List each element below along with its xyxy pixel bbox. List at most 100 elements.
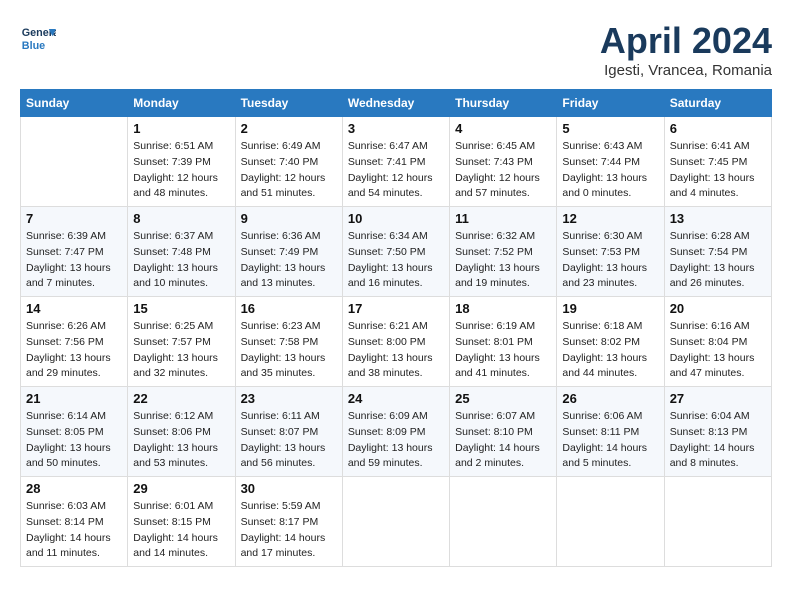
day-info: Sunrise: 6:32 AM Sunset: 7:52 PM Dayligh… bbox=[455, 229, 551, 292]
calendar-cell bbox=[450, 477, 557, 567]
day-number: 6 bbox=[670, 121, 766, 136]
calendar-cell: 4Sunrise: 6:45 AM Sunset: 7:43 PM Daylig… bbox=[450, 117, 557, 207]
day-info: Sunrise: 6:45 AM Sunset: 7:43 PM Dayligh… bbox=[455, 139, 551, 202]
calendar-cell: 25Sunrise: 6:07 AM Sunset: 8:10 PM Dayli… bbox=[450, 387, 557, 477]
month-title: April 2024 bbox=[600, 20, 772, 62]
day-info: Sunrise: 6:30 AM Sunset: 7:53 PM Dayligh… bbox=[562, 229, 658, 292]
calendar-cell: 10Sunrise: 6:34 AM Sunset: 7:50 PM Dayli… bbox=[342, 207, 449, 297]
day-info: Sunrise: 6:23 AM Sunset: 7:58 PM Dayligh… bbox=[241, 319, 337, 382]
calendar-cell: 16Sunrise: 6:23 AM Sunset: 7:58 PM Dayli… bbox=[235, 297, 342, 387]
day-of-week-header: Wednesday bbox=[342, 90, 449, 117]
calendar-cell: 14 Sunrise: 6:26 AM Sunset: 7:56 PM Dayli… bbox=[21, 297, 128, 387]
calendar-cell bbox=[342, 477, 449, 567]
day-info: Sunrise: 6:25 AM Sunset: 7:57 PM Dayligh… bbox=[133, 319, 229, 382]
day-info: Sunrise: 6:28 AM Sunset: 7:54 PM Dayligh… bbox=[670, 229, 766, 292]
day-info: Sunrise: 6:03 AM Sunset: 8:14 PM Dayligh… bbox=[26, 499, 122, 562]
day-number: 20 bbox=[670, 301, 766, 316]
day-number: 12 bbox=[562, 211, 658, 226]
day-number: 23 bbox=[241, 391, 337, 406]
page-header: General Blue April 2024 Igesti, Vrancea,… bbox=[20, 20, 772, 79]
calendar-cell: 9 Sunrise: 6:36 AM Sunset: 7:49 PM Daylig… bbox=[235, 207, 342, 297]
day-number: 15 bbox=[133, 301, 229, 316]
day-info: Sunrise: 6:37 AM Sunset: 7:48 PM Dayligh… bbox=[133, 229, 229, 292]
day-number: 11 bbox=[455, 211, 551, 226]
day-info: Sunrise: 6:18 AM Sunset: 8:02 PM Dayligh… bbox=[562, 319, 658, 382]
location-title: Igesti, Vrancea, Romania bbox=[600, 62, 772, 79]
calendar-header: SundayMondayTuesdayWednesdayThursdayFrid… bbox=[21, 90, 772, 117]
calendar-cell: 20 Sunrise: 6:16 AM Sunset: 8:04 PM Dayli… bbox=[664, 297, 771, 387]
calendar-cell: 13 Sunrise: 6:28 AM Sunset: 7:54 PM Dayli… bbox=[664, 207, 771, 297]
day-number: 22 bbox=[133, 391, 229, 406]
day-of-week-header: Tuesday bbox=[235, 90, 342, 117]
calendar-cell: 30 Sunrise: 5:59 AM Sunset: 8:17 PM Dayli… bbox=[235, 477, 342, 567]
calendar-cell: 27 Sunrise: 6:04 AM Sunset: 8:13 PM Dayli… bbox=[664, 387, 771, 477]
calendar-cell: 5 Sunrise: 6:43 AM Sunset: 7:44 PM Daylig… bbox=[557, 117, 664, 207]
day-info: Sunrise: 6:51 AM Sunset: 7:39 PM Dayligh… bbox=[133, 139, 229, 202]
day-number: 19 bbox=[562, 301, 658, 316]
day-number: 1 bbox=[133, 121, 229, 136]
day-of-week-header: Sunday bbox=[21, 90, 128, 117]
calendar-cell: 2 Sunrise: 6:49 AM Sunset: 7:40 PM Daylig… bbox=[235, 117, 342, 207]
calendar-cell: 6 Sunrise: 6:41 AM Sunset: 7:45 PM Daylig… bbox=[664, 117, 771, 207]
calendar-cell: 19 Sunrise: 6:18 AM Sunset: 8:02 PM Dayli… bbox=[557, 297, 664, 387]
day-number: 5 bbox=[562, 121, 658, 136]
calendar-cell: 22Sunrise: 6:12 AM Sunset: 8:06 PM Dayli… bbox=[128, 387, 235, 477]
calendar-cell: 15 Sunrise: 6:25 AM Sunset: 7:57 PM Dayli… bbox=[128, 297, 235, 387]
day-info: Sunrise: 6:43 AM Sunset: 7:44 PM Dayligh… bbox=[562, 139, 658, 202]
calendar-cell: 1 Sunrise: 6:51 AM Sunset: 7:39 PM Daylig… bbox=[128, 117, 235, 207]
calendar-cell: 26 Sunrise: 6:06 AM Sunset: 8:11 PM Dayli… bbox=[557, 387, 664, 477]
day-of-week-header: Friday bbox=[557, 90, 664, 117]
calendar-cell: 28 Sunrise: 6:03 AM Sunset: 8:14 PM Dayli… bbox=[21, 477, 128, 567]
day-info: Sunrise: 6:16 AM Sunset: 8:04 PM Dayligh… bbox=[670, 319, 766, 382]
day-number: 2 bbox=[241, 121, 337, 136]
svg-text:Blue: Blue bbox=[22, 40, 45, 52]
title-area: April 2024 Igesti, Vrancea, Romania bbox=[600, 20, 772, 79]
day-number: 9 bbox=[241, 211, 337, 226]
day-number: 27 bbox=[670, 391, 766, 406]
day-number: 30 bbox=[241, 481, 337, 496]
day-info: Sunrise: 6:14 AM Sunset: 8:05 PM Dayligh… bbox=[26, 409, 122, 472]
day-number: 21 bbox=[26, 391, 122, 406]
day-info: Sunrise: 6:01 AM Sunset: 8:15 PM Dayligh… bbox=[133, 499, 229, 562]
day-info: Sunrise: 6:19 AM Sunset: 8:01 PM Dayligh… bbox=[455, 319, 551, 382]
calendar-cell bbox=[21, 117, 128, 207]
calendar-week-row: 21 Sunrise: 6:14 AM Sunset: 8:05 PM Dayli… bbox=[21, 387, 772, 477]
day-of-week-header: Saturday bbox=[664, 90, 771, 117]
calendar-week-row: 1 Sunrise: 6:51 AM Sunset: 7:39 PM Daylig… bbox=[21, 117, 772, 207]
day-number: 8 bbox=[133, 211, 229, 226]
day-info: Sunrise: 6:47 AM Sunset: 7:41 PM Dayligh… bbox=[348, 139, 444, 202]
calendar-cell: 11 Sunrise: 6:32 AM Sunset: 7:52 PM Dayli… bbox=[450, 207, 557, 297]
calendar-cell: 21 Sunrise: 6:14 AM Sunset: 8:05 PM Dayli… bbox=[21, 387, 128, 477]
calendar-table: SundayMondayTuesdayWednesdayThursdayFrid… bbox=[20, 89, 772, 567]
day-number: 24 bbox=[348, 391, 444, 406]
day-info: Sunrise: 6:21 AM Sunset: 8:00 PM Dayligh… bbox=[348, 319, 444, 382]
calendar-cell: 18Sunrise: 6:19 AM Sunset: 8:01 PM Dayli… bbox=[450, 297, 557, 387]
day-number: 7 bbox=[26, 211, 122, 226]
day-number: 13 bbox=[670, 211, 766, 226]
day-number: 26 bbox=[562, 391, 658, 406]
calendar-cell bbox=[557, 477, 664, 567]
calendar-week-row: 7Sunrise: 6:39 AM Sunset: 7:47 PM Daylig… bbox=[21, 207, 772, 297]
day-number: 3 bbox=[348, 121, 444, 136]
day-number: 25 bbox=[455, 391, 551, 406]
logo: General Blue bbox=[20, 20, 56, 56]
day-info: Sunrise: 5:59 AM Sunset: 8:17 PM Dayligh… bbox=[241, 499, 337, 562]
calendar-cell: 23 Sunrise: 6:11 AM Sunset: 8:07 PM Dayli… bbox=[235, 387, 342, 477]
day-info: Sunrise: 6:34 AM Sunset: 7:50 PM Dayligh… bbox=[348, 229, 444, 292]
day-info: Sunrise: 6:41 AM Sunset: 7:45 PM Dayligh… bbox=[670, 139, 766, 202]
day-number: 29 bbox=[133, 481, 229, 496]
day-info: Sunrise: 6:49 AM Sunset: 7:40 PM Dayligh… bbox=[241, 139, 337, 202]
calendar-cell bbox=[664, 477, 771, 567]
day-info: Sunrise: 6:26 AM Sunset: 7:56 PM Dayligh… bbox=[26, 319, 122, 382]
logo-icon: General Blue bbox=[20, 20, 56, 56]
calendar-week-row: 28 Sunrise: 6:03 AM Sunset: 8:14 PM Dayli… bbox=[21, 477, 772, 567]
day-info: Sunrise: 6:06 AM Sunset: 8:11 PM Dayligh… bbox=[562, 409, 658, 472]
day-info: Sunrise: 6:36 AM Sunset: 7:49 PM Dayligh… bbox=[241, 229, 337, 292]
day-number: 14 bbox=[26, 301, 122, 316]
day-info: Sunrise: 6:09 AM Sunset: 8:09 PM Dayligh… bbox=[348, 409, 444, 472]
day-info: Sunrise: 6:04 AM Sunset: 8:13 PM Dayligh… bbox=[670, 409, 766, 472]
day-number: 28 bbox=[26, 481, 122, 496]
calendar-cell: 3 Sunrise: 6:47 AM Sunset: 7:41 PM Daylig… bbox=[342, 117, 449, 207]
day-info: Sunrise: 6:11 AM Sunset: 8:07 PM Dayligh… bbox=[241, 409, 337, 472]
day-of-week-header: Thursday bbox=[450, 90, 557, 117]
